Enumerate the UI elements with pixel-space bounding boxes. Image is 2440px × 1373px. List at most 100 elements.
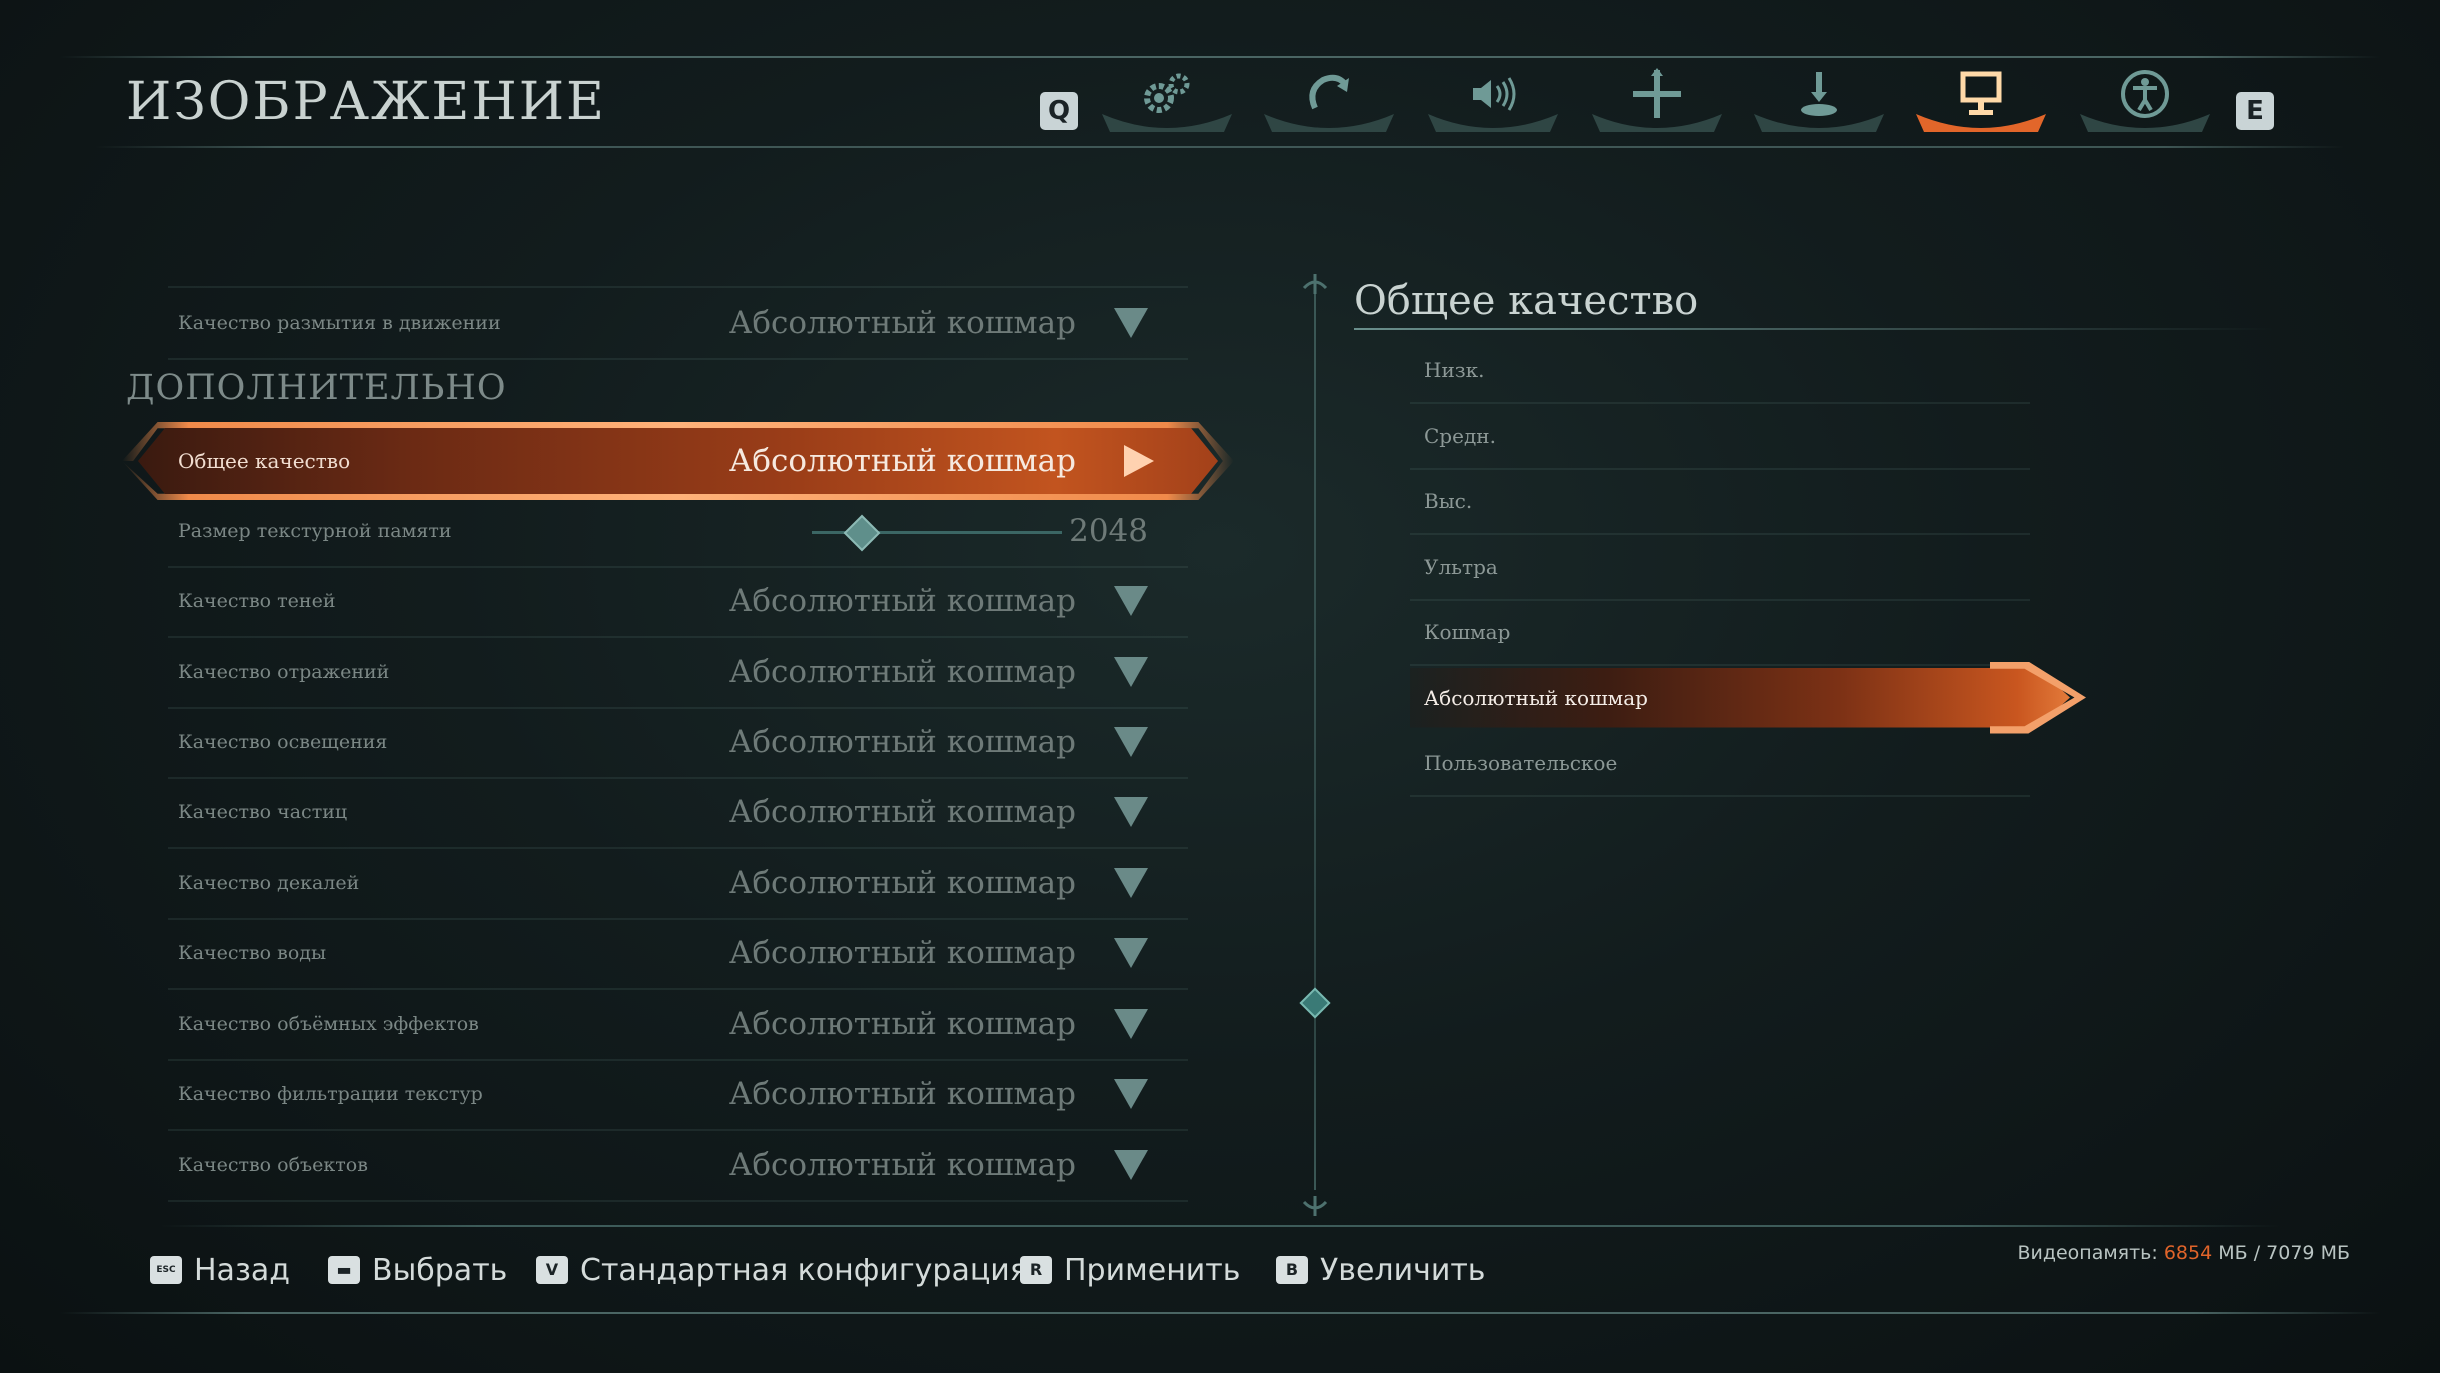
dropdown-arrow-icon[interactable]: [1114, 1009, 1148, 1039]
divider-bottom-ornament: [1302, 1196, 1328, 1216]
setting-value: Абсолютный кошмар: [728, 583, 1076, 619]
setting-value: 2048: [1069, 513, 1148, 549]
setting-row[interactable]: Качество теней Абсолютный кошмар: [168, 566, 1188, 638]
hint-zoom[interactable]: B Увеличить: [1276, 1250, 1485, 1290]
quality-option[interactable]: Пользовательское: [1410, 731, 2030, 797]
setting-value: Абсолютный кошмар: [728, 794, 1076, 830]
setting-row[interactable]: Качество объектов Абсолютный кошмар: [168, 1130, 1188, 1202]
option-label: Средн.: [1424, 423, 1496, 448]
scroll-position-gem[interactable]: [1299, 987, 1331, 1019]
option-label: Пользовательское: [1424, 751, 1618, 775]
dropdown-arrow-icon[interactable]: [1114, 586, 1148, 616]
setting-label: Размер текстурной памяти: [178, 520, 452, 542]
slider-handle[interactable]: [843, 514, 881, 551]
expand-arrow-icon[interactable]: [1124, 445, 1154, 477]
setting-value: Абсолютный кошмар: [728, 724, 1076, 760]
setting-label: Качество размытия в движении: [178, 312, 501, 334]
dropdown-arrow-icon[interactable]: [1114, 657, 1148, 687]
tab-graphics[interactable]: [1916, 68, 2046, 134]
hint-apply[interactable]: R Применить: [1020, 1250, 1240, 1290]
setting-row[interactable]: Качество воды Абсолютный кошмар: [168, 918, 1188, 990]
texture-memory-slider[interactable]: [812, 514, 1062, 551]
setting-label: Качество объёмных эффектов: [178, 1013, 479, 1035]
space-key-icon: ▬: [328, 1256, 360, 1284]
options-panel-title: Общее качество: [1354, 278, 1699, 324]
setting-row[interactable]: Качество фильтрации текстур Абсолютный ко…: [168, 1059, 1188, 1131]
setting-row[interactable]: Качество объёмных эффектов Абсолютный кош…: [168, 989, 1188, 1061]
tab-base: [1754, 114, 1884, 132]
hint-label: Назад: [194, 1252, 291, 1288]
vram-prefix: Видеопамять:: [2017, 1242, 2158, 1264]
setting-row-texture-memory[interactable]: Размер текстурной памяти 2048: [168, 496, 1188, 568]
dropdown-arrow-icon[interactable]: [1114, 1150, 1148, 1180]
tab-controls[interactable]: [1264, 68, 1394, 134]
setting-label: Качество декалей: [178, 872, 360, 894]
tab-input[interactable]: [1754, 68, 1884, 134]
setting-label: Качество частиц: [178, 801, 348, 823]
vram-total: 7079 МБ: [2266, 1242, 2350, 1264]
option-label: Кошмар: [1424, 620, 1511, 644]
option-label: Абсолютный кошмар: [1424, 685, 1648, 710]
quality-option[interactable]: Средн.: [1410, 404, 2030, 470]
vram-used: 6854: [2163, 1242, 2213, 1264]
hint-label: Стандартная конфигурация: [580, 1252, 1028, 1288]
setting-label: Качество отражений: [178, 661, 390, 683]
setting-row-overall-quality[interactable]: Общее качество Абсолютный кошмар: [122, 422, 1234, 500]
r-key-icon: R: [1020, 1256, 1052, 1284]
setting-value: Абсолютный кошмар: [728, 654, 1076, 690]
tab-base: [1102, 114, 1232, 132]
tab-base: [1264, 114, 1394, 132]
divider-top-ornament: [1302, 274, 1328, 294]
setting-row[interactable]: Качество освещения Абсолютный кошмар: [168, 707, 1188, 779]
dropdown-arrow-icon[interactable]: [1114, 868, 1148, 898]
setting-value: Абсолютный кошмар: [728, 865, 1076, 901]
panel-divider: [1314, 290, 1316, 1190]
section-title: ДОПОЛНИТЕЛЬНО: [126, 368, 507, 408]
quality-option[interactable]: Ультра: [1410, 535, 2030, 601]
hint-label: Увеличить: [1320, 1252, 1486, 1288]
dropdown-arrow-icon[interactable]: [1114, 938, 1148, 968]
tab-base: [1428, 114, 1558, 132]
quality-option[interactable]: Абсолютный кошмар: [1410, 661, 2086, 734]
dropdown-arrow-icon[interactable]: [1114, 1079, 1148, 1109]
hint-back[interactable]: ESC Назад: [150, 1250, 290, 1290]
dropdown-arrow-icon[interactable]: [1114, 308, 1148, 338]
setting-value: Абсолютный кошмар: [728, 935, 1076, 971]
option-label: Выс.: [1424, 489, 1473, 513]
dropdown-arrow-icon[interactable]: [1114, 797, 1148, 827]
esc-key-icon: ESC: [150, 1256, 182, 1284]
tab-audio[interactable]: [1428, 68, 1558, 134]
quality-option[interactable]: Выс.: [1410, 469, 2030, 535]
setting-row-motion-blur[interactable]: Качество размытия в движении Абсолютный …: [168, 286, 1188, 360]
setting-row[interactable]: Качество отражений Абсолютный кошмар: [168, 637, 1188, 709]
setting-value: Абсолютный кошмар: [728, 305, 1076, 341]
bottom-frame-line: [60, 1312, 2380, 1314]
setting-row[interactable]: Качество частиц Абсолютный кошмар: [168, 777, 1188, 849]
quality-option[interactable]: Кошмар: [1410, 600, 2030, 666]
page-title: ИЗОБРАЖЕНИЕ: [126, 72, 606, 132]
hint-select[interactable]: ▬ Выбрать: [328, 1250, 507, 1290]
setting-label: Качество освещения: [178, 731, 388, 753]
option-label: Ультра: [1424, 554, 1498, 579]
v-key-icon: V: [536, 1256, 568, 1284]
setting-row[interactable]: Качество декалей Абсолютный кошмар: [168, 848, 1188, 920]
tab-general[interactable]: [1102, 68, 1232, 134]
vram-unit: МБ /: [2218, 1242, 2261, 1264]
dropdown-arrow-icon[interactable]: [1114, 727, 1148, 757]
tab-base-active: [1916, 114, 2046, 132]
setting-label: Качество объектов: [178, 1154, 368, 1176]
setting-value: Абсолютный кошмар: [728, 1147, 1076, 1183]
setting-label: Качество фильтрации текстур: [178, 1083, 483, 1105]
top-frame-line: [60, 56, 2380, 58]
b-key-icon: B: [1276, 1256, 1308, 1284]
option-label: Низк.: [1424, 358, 1485, 382]
prev-tab-key[interactable]: Q: [1040, 92, 1078, 130]
quality-option[interactable]: Низк.: [1410, 338, 2030, 404]
hint-default-config[interactable]: V Стандартная конфигурация: [536, 1250, 1028, 1290]
next-tab-key[interactable]: E: [2236, 92, 2274, 130]
setting-label: Качество теней: [178, 590, 336, 612]
setting-label: Качество воды: [178, 942, 327, 964]
tab-accessibility[interactable]: [2080, 68, 2210, 134]
tab-movement[interactable]: [1592, 68, 1722, 134]
tab-base: [1592, 114, 1722, 132]
